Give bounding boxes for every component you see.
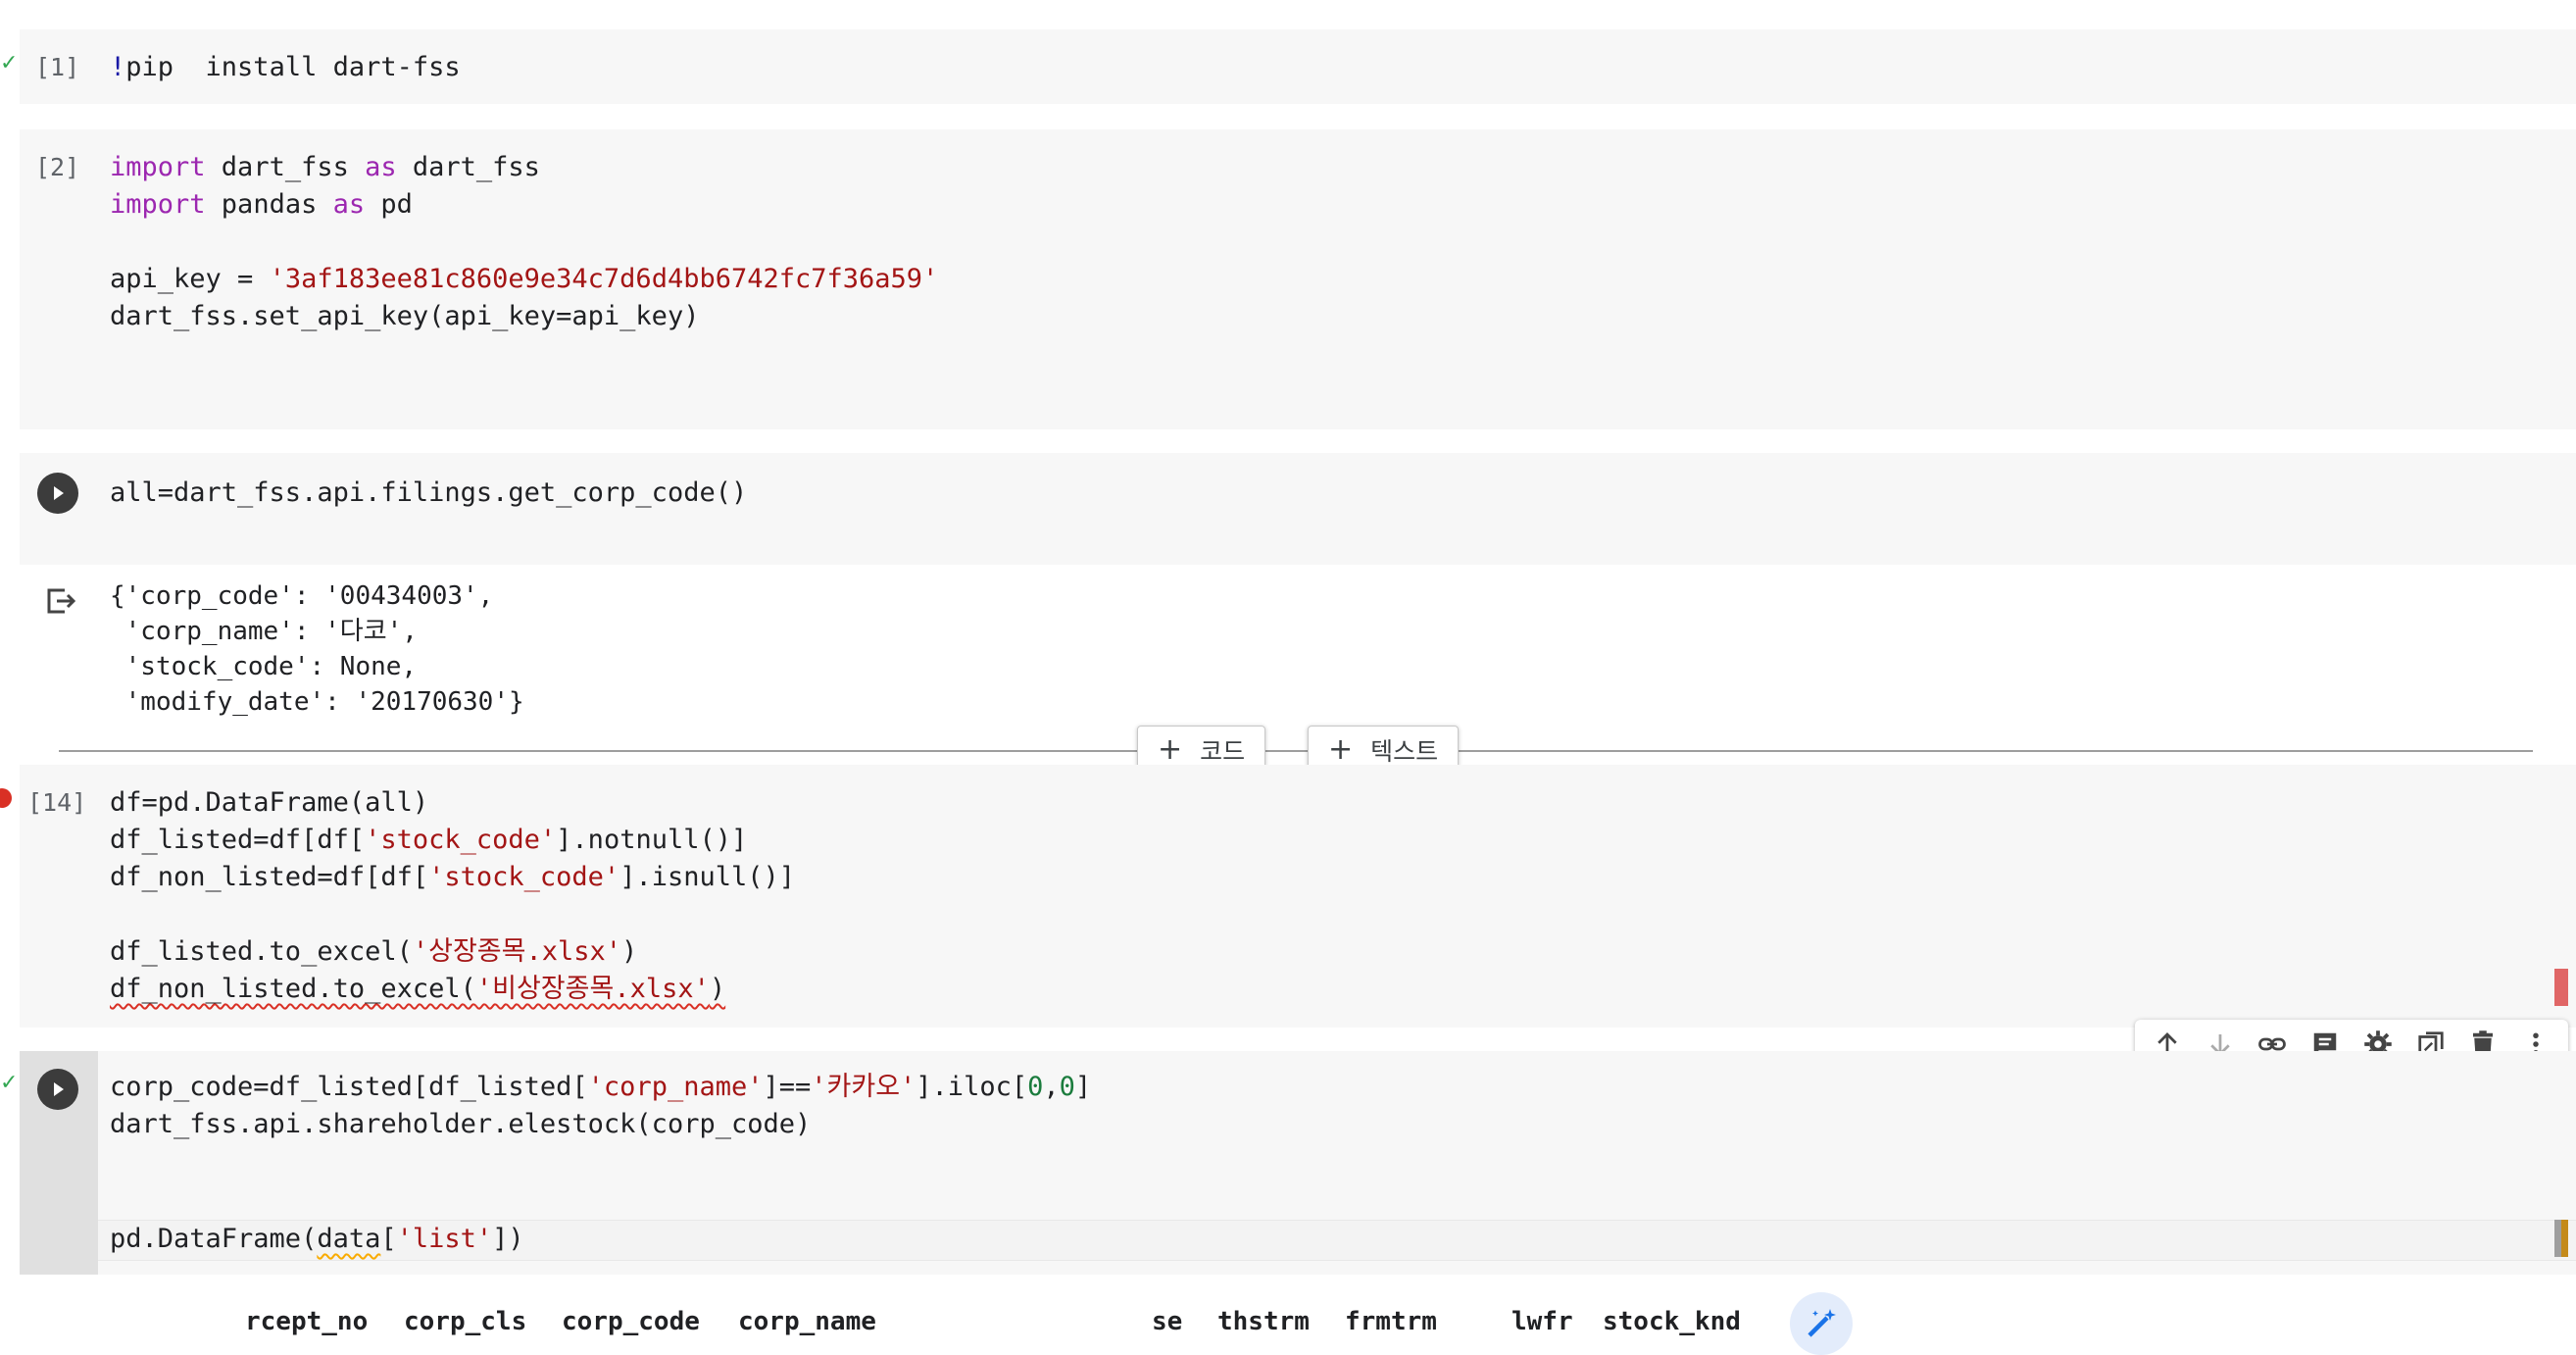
output-icon[interactable] (43, 584, 76, 622)
code-editor[interactable]: all=dart_fss.api.filings.get_corp_code() (110, 475, 747, 512)
code-editor[interactable]: df=pd.DataFrame(all) df_listed=df[df['st… (110, 784, 795, 1008)
column-header: corp_name (738, 1307, 876, 1336)
code-editor[interactable]: corp_code=df_listed[df_listed['corp_name… (110, 1069, 1091, 1143)
error-indicator-icon (0, 788, 12, 808)
dataframe-output: rcept_no corp_cls corp_code corp_name se… (20, 1275, 2576, 1355)
run-cell-button[interactable] (37, 473, 78, 514)
status-check-icon: ✓ (0, 1071, 19, 1095)
plus-icon: + (1158, 732, 1183, 767)
status-check-icon: ✓ (0, 51, 19, 75)
warning-scroll-marker (2554, 1220, 2568, 1257)
code-editor[interactable]: !pip install dart-fss (110, 49, 461, 86)
code-cell-4[interactable]: [14] df=pd.DataFrame(all) df_listed=df[d… (20, 765, 2576, 1028)
code-cell-3[interactable]: all=dart_fss.api.filings.get_corp_code() (20, 453, 2576, 565)
run-cell-button[interactable] (37, 1069, 78, 1110)
output-text: {'corp_code': '00434003', 'corp_name': '… (110, 581, 524, 717)
plus-icon: + (1328, 732, 1354, 767)
play-icon (54, 486, 64, 500)
column-header: corp_code (562, 1307, 700, 1336)
column-header: frmtrm (1345, 1307, 1437, 1336)
column-header: rcept_no (245, 1307, 369, 1336)
error-scroll-marker (2554, 969, 2568, 1006)
cell-divider (59, 750, 2533, 752)
execution-count: [14] (27, 788, 87, 817)
column-header: lwfr (1511, 1307, 1573, 1336)
column-header: corp_cls (404, 1307, 527, 1336)
code-cell-1[interactable]: [1] !pip install dart-fss (20, 29, 2576, 104)
column-header: stock_knd (1603, 1307, 1741, 1336)
execution-count: [1] (35, 53, 80, 81)
execution-count: [2] (35, 153, 80, 181)
code-cell-5[interactable]: corp_code=df_listed[df_listed['corp_name… (98, 1051, 2576, 1275)
magic-wand-icon[interactable] (1790, 1292, 1853, 1355)
column-header: thstrm (1217, 1307, 1310, 1336)
output-area: {'corp_code': '00434003', 'corp_name': '… (20, 569, 2576, 726)
play-icon (54, 1082, 64, 1096)
column-header: se (1152, 1307, 1183, 1336)
code-editor-line[interactable]: pd.DataFrame(data['list']) (110, 1221, 524, 1258)
code-editor[interactable]: import dart_fss as dart_fss import panda… (110, 149, 938, 335)
code-cell-2[interactable]: [2] import dart_fss as dart_fss import p… (20, 129, 2576, 429)
